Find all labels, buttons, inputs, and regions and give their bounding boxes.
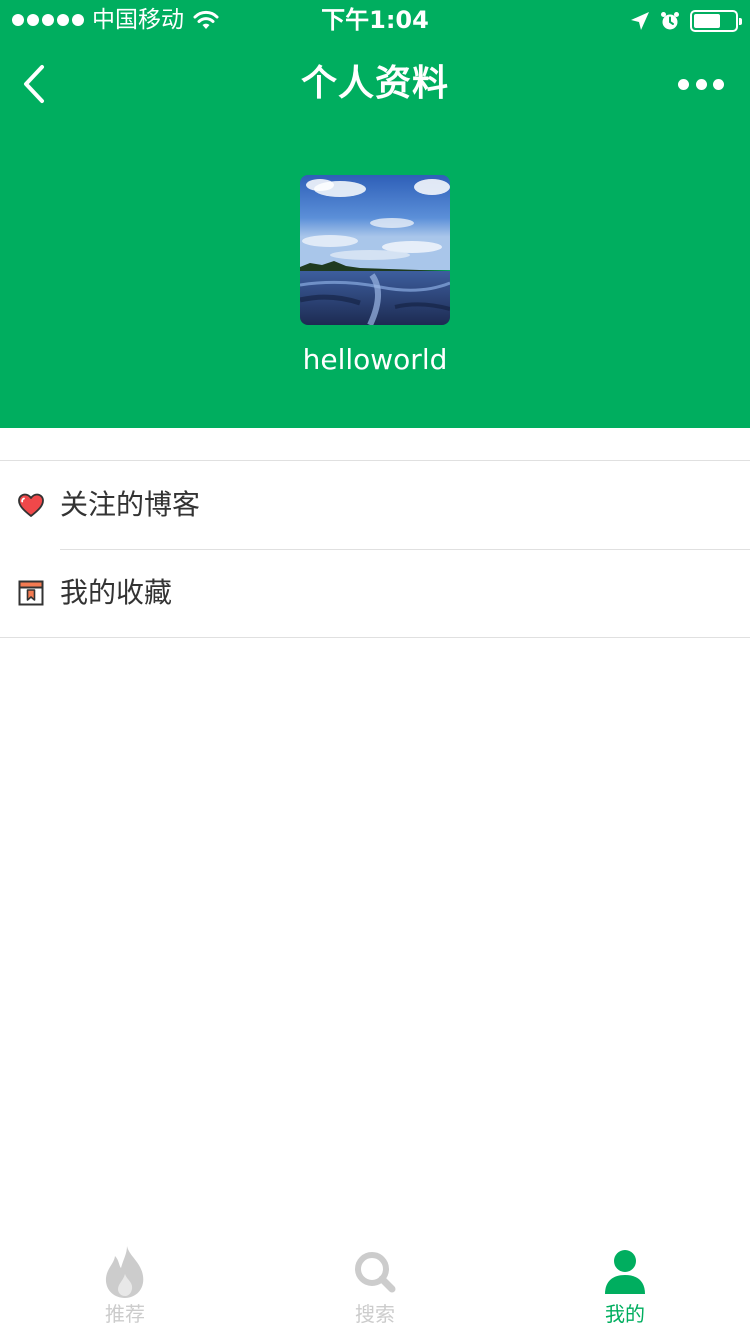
page-title: 个人资料 [300, 63, 449, 104]
more-dot-icon [695, 78, 707, 90]
status-right [630, 7, 742, 35]
profile-menu: 关注的博客 我的收藏 [0, 460, 750, 638]
person-icon [597, 1244, 653, 1300]
location-arrow-icon [631, 12, 649, 30]
tab-mine[interactable]: 我的 [500, 1236, 750, 1334]
search-icon [347, 1244, 403, 1300]
username: helloworld [302, 343, 448, 376]
menu-item-followed-blogs[interactable]: 关注的博客 [0, 461, 750, 549]
tab-label: 我的 [605, 1302, 645, 1326]
profile-header: 中国移动 下午1:04 个人资料 helloworld [0, 0, 750, 428]
tab-recommend[interactable]: 推荐 [0, 1236, 250, 1334]
flame-icon [97, 1244, 153, 1300]
more-dot-icon [678, 78, 689, 90]
tab-label: 搜索 [355, 1302, 395, 1326]
profile-page: 中国移动 下午1:04 个人资料 helloworld 关注的博客 我的收藏 推… [0, 0, 750, 1334]
menu-item-my-favorites[interactable]: 我的收藏 [0, 549, 750, 637]
more-dot-icon [713, 78, 724, 90]
bookmark-icon [16, 578, 46, 608]
battery-icon [690, 10, 742, 32]
avatar-landscape-image [300, 175, 450, 325]
back-button[interactable] [14, 62, 54, 106]
nav-bar: 个人资料 [0, 40, 750, 128]
chevron-left-icon [24, 65, 44, 103]
heart-icon [16, 490, 46, 520]
menu-item-label: 我的收藏 [60, 576, 173, 609]
avatar[interactable] [300, 175, 450, 325]
tab-bar: 推荐 搜索 我的 [0, 1236, 750, 1334]
tab-search[interactable]: 搜索 [250, 1236, 500, 1334]
tab-label: 推荐 [105, 1302, 145, 1326]
more-options-button[interactable] [678, 74, 724, 94]
menu-item-label: 关注的博客 [60, 488, 201, 521]
alarm-icon [661, 12, 679, 30]
status-bar: 中国移动 下午1:04 [0, 0, 750, 40]
